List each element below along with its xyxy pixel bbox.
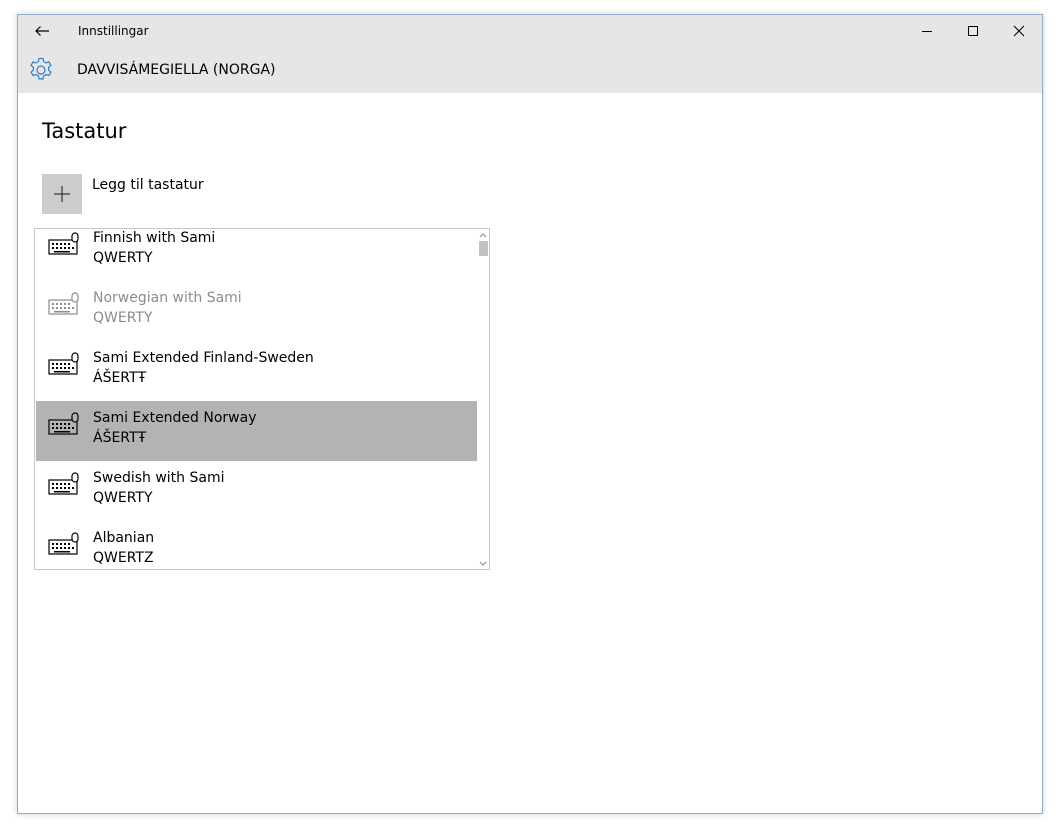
minimize-button[interactable] [904, 15, 950, 47]
scroll-up-button[interactable] [477, 230, 489, 240]
keyboard-icon [48, 232, 79, 255]
title-bar: Innstillingar [18, 15, 1042, 47]
back-arrow-icon [35, 26, 49, 36]
keyboard-name: Sami Extended Norway [93, 410, 257, 426]
keyboard-item-finnish-sami[interactable]: Finnish with Sami QWERTY [36, 229, 477, 286]
keyboard-icon [48, 532, 79, 555]
keyboard-item-sami-extended-norway[interactable]: Sami Extended Norway ÁŠERTŦ [36, 401, 477, 461]
settings-window: Innstillingar DAVVISÁMEGIELLA (NORGA) Ta… [17, 14, 1043, 814]
keyboard-name: Finnish with Sami [93, 230, 216, 246]
keyboard-name: Swedish with Sami [93, 470, 225, 486]
keyboard-icon [48, 472, 79, 495]
keyboard-layout: ÁŠERTŦ [93, 370, 147, 386]
keyboard-list[interactable]: Finnish with Sami QWERTY Norwegian with … [34, 228, 490, 570]
close-button[interactable] [996, 15, 1042, 47]
chevron-down-icon [479, 561, 487, 566]
back-button[interactable] [30, 21, 54, 41]
scroll-down-button[interactable] [477, 558, 489, 568]
keyboard-icon [48, 412, 79, 435]
app-title: Innstillingar [78, 24, 149, 38]
header-title: DAVVISÁMEGIELLA (NORGA) [77, 62, 276, 78]
minimize-icon [922, 31, 932, 32]
keyboard-layout: QWERTY [93, 490, 153, 506]
close-icon [1013, 25, 1025, 37]
add-keyboard-label[interactable]: Legg til tastatur [92, 177, 204, 193]
maximize-button[interactable] [950, 15, 996, 47]
keyboard-item-swedish-sami[interactable]: Swedish with Sami QWERTY [36, 466, 477, 526]
keyboard-layout: ÁŠERTŦ [93, 430, 147, 446]
keyboard-item-sami-extended-finland-sweden[interactable]: Sami Extended Finland-Sweden ÁŠERTŦ [36, 346, 477, 406]
page-header: DAVVISÁMEGIELLA (NORGA) [18, 47, 1042, 93]
maximize-icon [968, 26, 978, 36]
list-scrollbar[interactable] [477, 229, 489, 569]
plus-icon [54, 186, 70, 202]
scroll-thumb[interactable] [479, 241, 488, 256]
keyboard-layout: QWERTZ [93, 550, 154, 566]
keyboard-item-albanian[interactable]: Albanian QWERTZ [36, 526, 477, 569]
keyboard-item-norwegian-sami[interactable]: Norwegian with Sami QWERTY [36, 286, 477, 346]
keyboard-name: Sami Extended Finland-Sweden [93, 350, 314, 366]
gear-icon [30, 57, 52, 80]
keyboard-icon [48, 292, 79, 315]
keyboard-icon [48, 352, 79, 375]
keyboard-name: Norwegian with Sami [93, 290, 242, 306]
add-keyboard-button[interactable] [42, 174, 82, 214]
page-title: Tastatur [42, 119, 127, 143]
keyboard-layout: QWERTY [93, 250, 153, 266]
chevron-up-icon [479, 232, 487, 237]
keyboard-name: Albanian [93, 530, 155, 546]
keyboard-layout: QWERTY [93, 310, 153, 326]
